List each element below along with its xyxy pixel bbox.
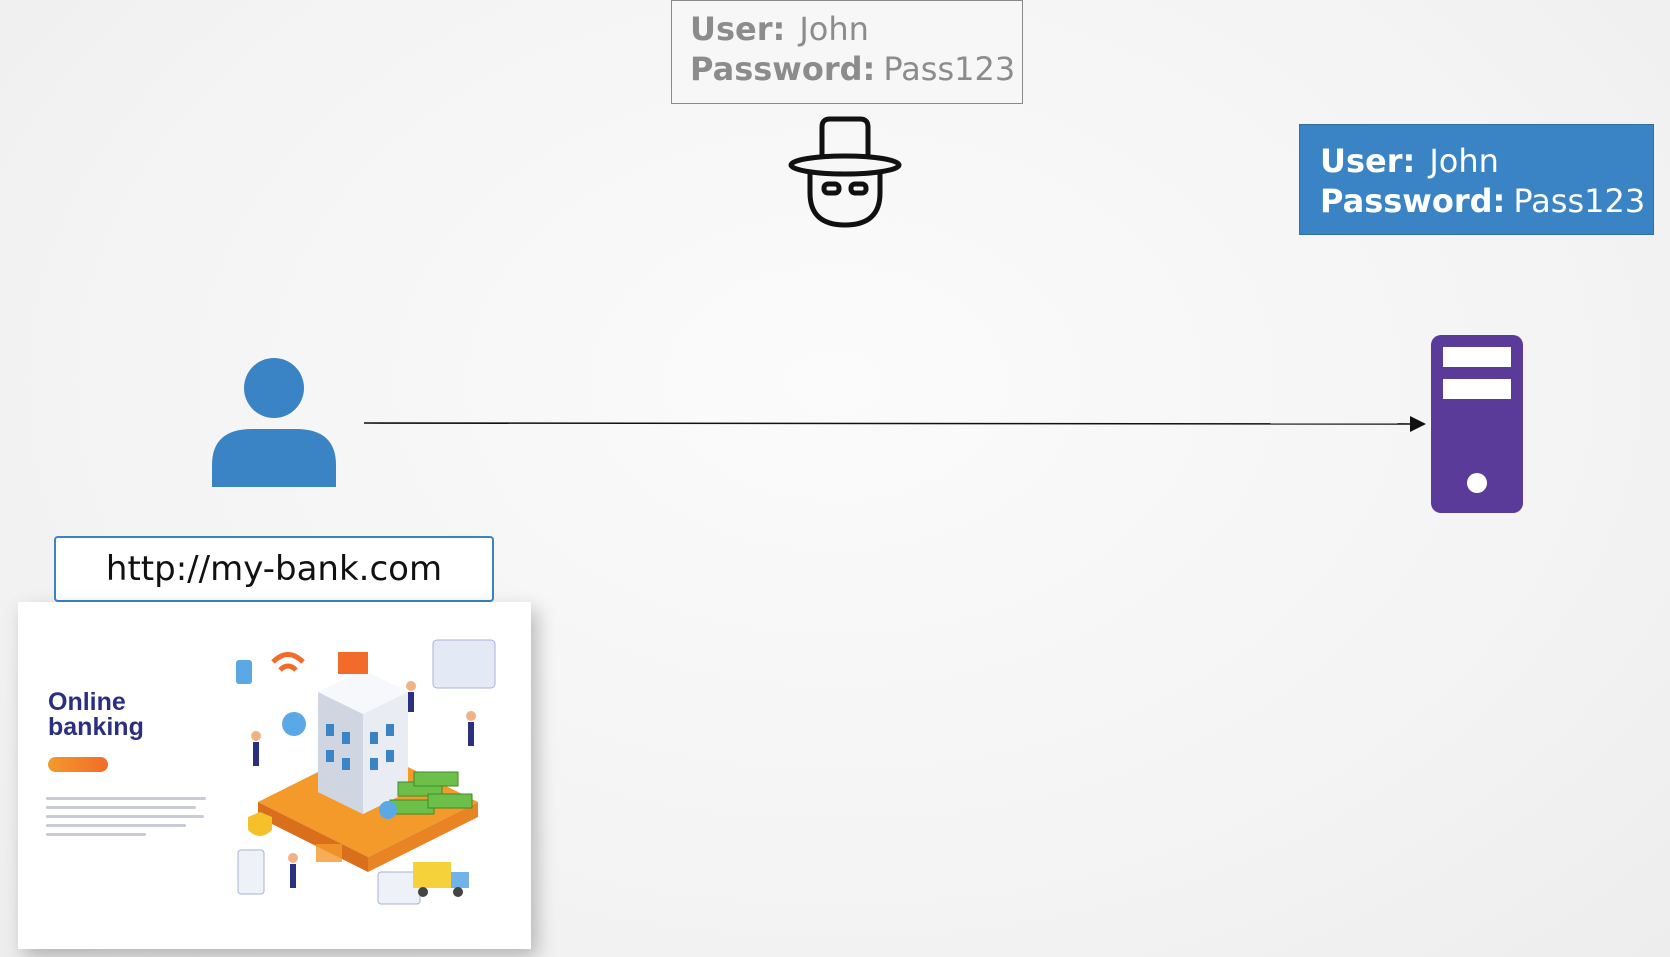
user-icon <box>212 358 336 487</box>
hacker-icon <box>788 116 902 228</box>
server-credentials-box: User: John Password: Pass123 <box>1299 124 1654 235</box>
bank-illustration <box>236 639 496 905</box>
server-user-line: User: John <box>1320 141 1653 181</box>
browser-url-text: http://my-bank.com <box>105 549 443 589</box>
intercepted-password-line: Password: Pass123 <box>690 49 1022 89</box>
server-user-value: John <box>1429 142 1499 180</box>
bank-body-text <box>46 797 206 842</box>
server-password-line: Password: Pass123 <box>1320 181 1653 221</box>
intercepted-password-value: Pass123 <box>883 50 1016 88</box>
server-password-label: Password: <box>1320 182 1506 220</box>
server-user-label: User: <box>1320 142 1416 180</box>
intercepted-password-label: Password: <box>690 50 876 88</box>
intercepted-credentials-box: User: John Password: Pass123 <box>671 0 1023 104</box>
bank-webpage: Online banking <box>18 602 531 949</box>
server-password-value: Pass123 <box>1513 182 1646 220</box>
intercepted-user-label: User: <box>690 10 786 48</box>
bank-page-title: Online banking <box>48 688 144 741</box>
intercepted-user-line: User: John <box>690 9 1022 49</box>
browser-url-bar[interactable]: http://my-bank.com <box>54 536 494 602</box>
intercepted-user-value: John <box>799 10 869 48</box>
server-icon <box>1431 335 1523 513</box>
bank-cta-button[interactable] <box>48 757 108 772</box>
